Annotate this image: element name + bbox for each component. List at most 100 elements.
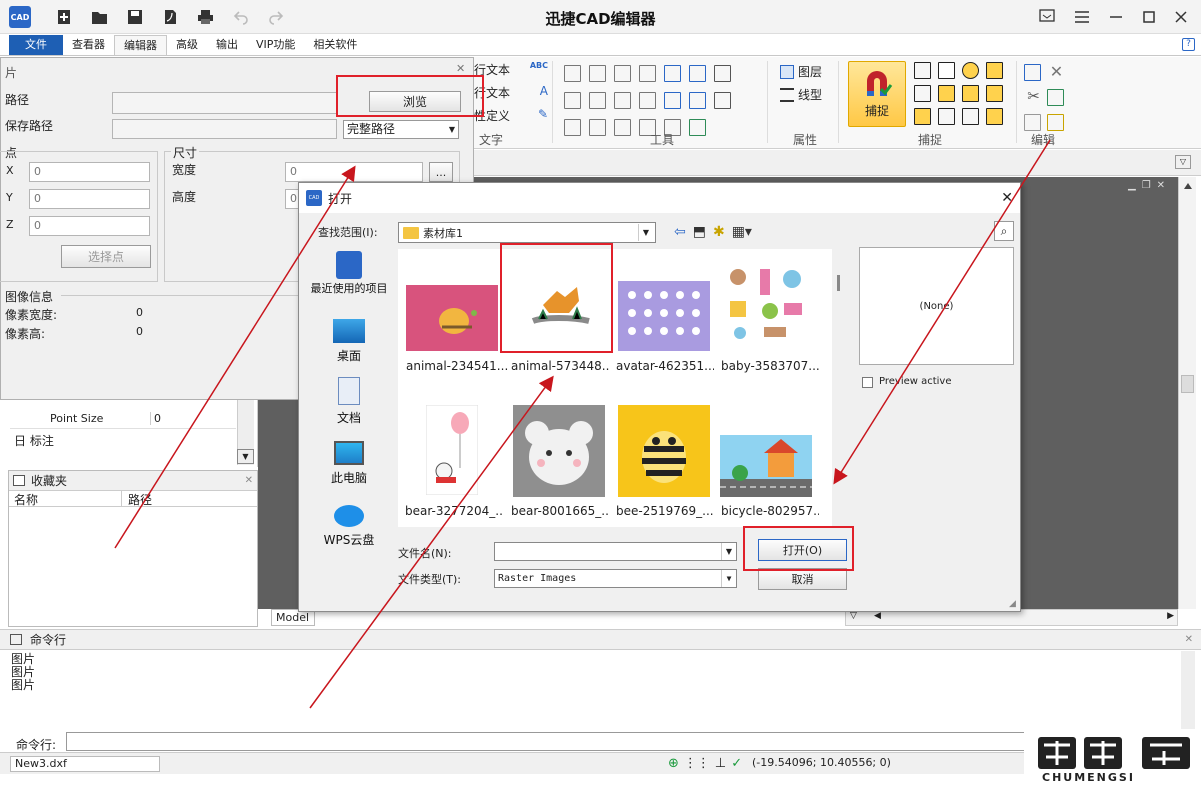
- snap-endpoint-icon[interactable]: [938, 85, 955, 102]
- close-icon[interactable]: ✕: [1001, 190, 1013, 206]
- vertical-scrollbar[interactable]: [1178, 177, 1196, 609]
- path-field[interactable]: [112, 92, 337, 114]
- view-menu-icon[interactable]: ▦▾: [732, 224, 752, 240]
- snap-center-icon[interactable]: [962, 62, 979, 79]
- file-item[interactable]: animal-234541...: [402, 249, 508, 377]
- filename-input[interactable]: ▼: [494, 542, 737, 561]
- rect-icon[interactable]: [589, 92, 606, 109]
- nav-wps-cloud[interactable]: WPS云盘: [303, 505, 395, 548]
- minimize-icon[interactable]: ▁: [1128, 180, 1136, 191]
- maximize-icon[interactable]: [1143, 10, 1155, 23]
- close-icon[interactable]: ✕: [245, 475, 253, 486]
- restore-icon[interactable]: ❐: [1142, 180, 1151, 191]
- file-item[interactable]: bear-8001665_...: [507, 397, 609, 525]
- table-icon[interactable]: [689, 92, 706, 109]
- rotate-icon[interactable]: [589, 65, 606, 82]
- nav-desktop[interactable]: 桌面: [303, 319, 395, 364]
- snap-node-icon[interactable]: [962, 108, 979, 125]
- rect-icon[interactable]: [564, 92, 581, 109]
- search-icon[interactable]: ⌕: [994, 221, 1014, 241]
- snap-insert-icon[interactable]: [962, 85, 979, 102]
- preview-active-checkbox[interactable]: [862, 377, 873, 388]
- close-icon[interactable]: [1175, 10, 1187, 23]
- tab-file[interactable]: 文件: [9, 35, 63, 55]
- snap-perpendicular-icon[interactable]: [938, 62, 955, 79]
- minimize-icon[interactable]: [1109, 11, 1123, 23]
- copy-icon[interactable]: [1024, 64, 1041, 81]
- ellipsis-button[interactable]: ...: [429, 162, 453, 182]
- back-icon[interactable]: ⇦: [674, 224, 686, 240]
- measure-icon[interactable]: [714, 92, 731, 109]
- tab-related[interactable]: 相关软件: [304, 35, 366, 55]
- snap-parallel-icon[interactable]: [986, 108, 1003, 125]
- nav-documents[interactable]: 文档: [303, 377, 395, 426]
- snap-triangle-icon[interactable]: [914, 108, 931, 125]
- file-item[interactable]: bee-2519769_...: [612, 397, 714, 525]
- tab-list-icon[interactable]: ▽: [1175, 155, 1191, 169]
- snap-quadrant-icon[interactable]: [938, 108, 955, 125]
- filetype-select[interactable]: Raster Images ▼: [494, 569, 737, 588]
- y-field[interactable]: 0: [29, 189, 150, 209]
- close-icon[interactable]: ✕: [456, 62, 465, 75]
- tab-output[interactable]: 输出: [207, 35, 247, 55]
- hatch-icon[interactable]: [639, 65, 656, 82]
- mirror-icon[interactable]: [614, 65, 631, 82]
- copy-block-icon[interactable]: [664, 92, 681, 109]
- z-field[interactable]: 0: [29, 216, 150, 236]
- export-icon[interactable]: [689, 119, 706, 136]
- grid-toggle-icon[interactable]: ⋮⋮: [684, 756, 710, 771]
- message-icon[interactable]: [1039, 9, 1055, 24]
- snap-tangent-icon[interactable]: [986, 62, 1003, 79]
- resize-grip-icon[interactable]: ◢: [1009, 599, 1016, 609]
- tab-advanced[interactable]: 高级: [167, 35, 207, 55]
- snap-midpoint-icon[interactable]: [914, 85, 931, 102]
- file-item[interactable]: baby-3583707...: [718, 249, 820, 377]
- layer-tool-icon[interactable]: [714, 65, 731, 82]
- file-item[interactable]: avatar-462351...: [612, 249, 714, 377]
- snap-button[interactable]: 捕捉: [848, 61, 906, 127]
- cut-icon[interactable]: ✂: [1022, 87, 1045, 108]
- nav-recent[interactable]: 最近使用的项目: [303, 251, 395, 295]
- layer-button[interactable]: 图层: [780, 63, 822, 80]
- file-item[interactable]: bear-3277204_...: [402, 397, 504, 525]
- help-icon[interactable]: ?: [1182, 38, 1195, 51]
- close-icon[interactable]: ✕: [1157, 180, 1165, 191]
- look-in-select[interactable]: 素材库1 ▼: [398, 222, 656, 243]
- x-field[interactable]: 0: [29, 162, 150, 182]
- nav-this-pc[interactable]: 此电脑: [303, 441, 395, 486]
- tab-vip[interactable]: VIP功能: [247, 35, 304, 55]
- insert-block-icon[interactable]: [664, 65, 681, 82]
- tab-editor[interactable]: 编辑器: [114, 35, 167, 55]
- select-point-button[interactable]: 选择点: [61, 245, 151, 268]
- up-folder-icon[interactable]: ⬒: [693, 224, 706, 240]
- linetype-button[interactable]: 线型: [780, 86, 822, 103]
- dash-icon[interactable]: [564, 119, 581, 136]
- width-field[interactable]: 0: [285, 162, 423, 182]
- copy-icon[interactable]: [1024, 114, 1041, 131]
- save-path-field[interactable]: [112, 119, 337, 139]
- magic-icon[interactable]: [639, 92, 656, 109]
- command-input[interactable]: [66, 732, 1176, 751]
- ortho-toggle-icon[interactable]: ⊥: [715, 756, 726, 771]
- snap-toggle-icon[interactable]: ⊕: [668, 756, 679, 771]
- cancel-button[interactable]: 取消: [758, 568, 847, 590]
- path-mode-select[interactable]: 完整路径 ▼: [343, 120, 459, 139]
- ribbon-text-item[interactable]: 性定义 ✎: [474, 107, 548, 130]
- pointer-icon[interactable]: [614, 92, 631, 109]
- paste-icon[interactable]: [1047, 89, 1064, 106]
- ribbon-text-item[interactable]: 行文本 A: [474, 84, 548, 107]
- move-icon[interactable]: [564, 65, 581, 82]
- tab-viewer[interactable]: 查看器: [63, 35, 114, 55]
- file-item[interactable]: bicycle-802957...: [718, 397, 820, 525]
- dropdown-arrow-icon[interactable]: ▼: [237, 449, 254, 464]
- attach-icon[interactable]: [689, 65, 706, 82]
- new-folder-icon[interactable]: ✱: [713, 224, 725, 240]
- file-list-scrollbar[interactable]: [837, 275, 840, 291]
- property-category[interactable]: 日 标注: [14, 432, 54, 449]
- osnap-toggle-icon[interactable]: ✓: [731, 756, 742, 771]
- dash-icon[interactable]: [589, 119, 606, 136]
- delete-icon[interactable]: ✕: [1045, 62, 1068, 83]
- arc-icon[interactable]: [614, 119, 631, 136]
- paste-special-icon[interactable]: [1047, 114, 1064, 131]
- snap-intersection-icon[interactable]: [914, 62, 931, 79]
